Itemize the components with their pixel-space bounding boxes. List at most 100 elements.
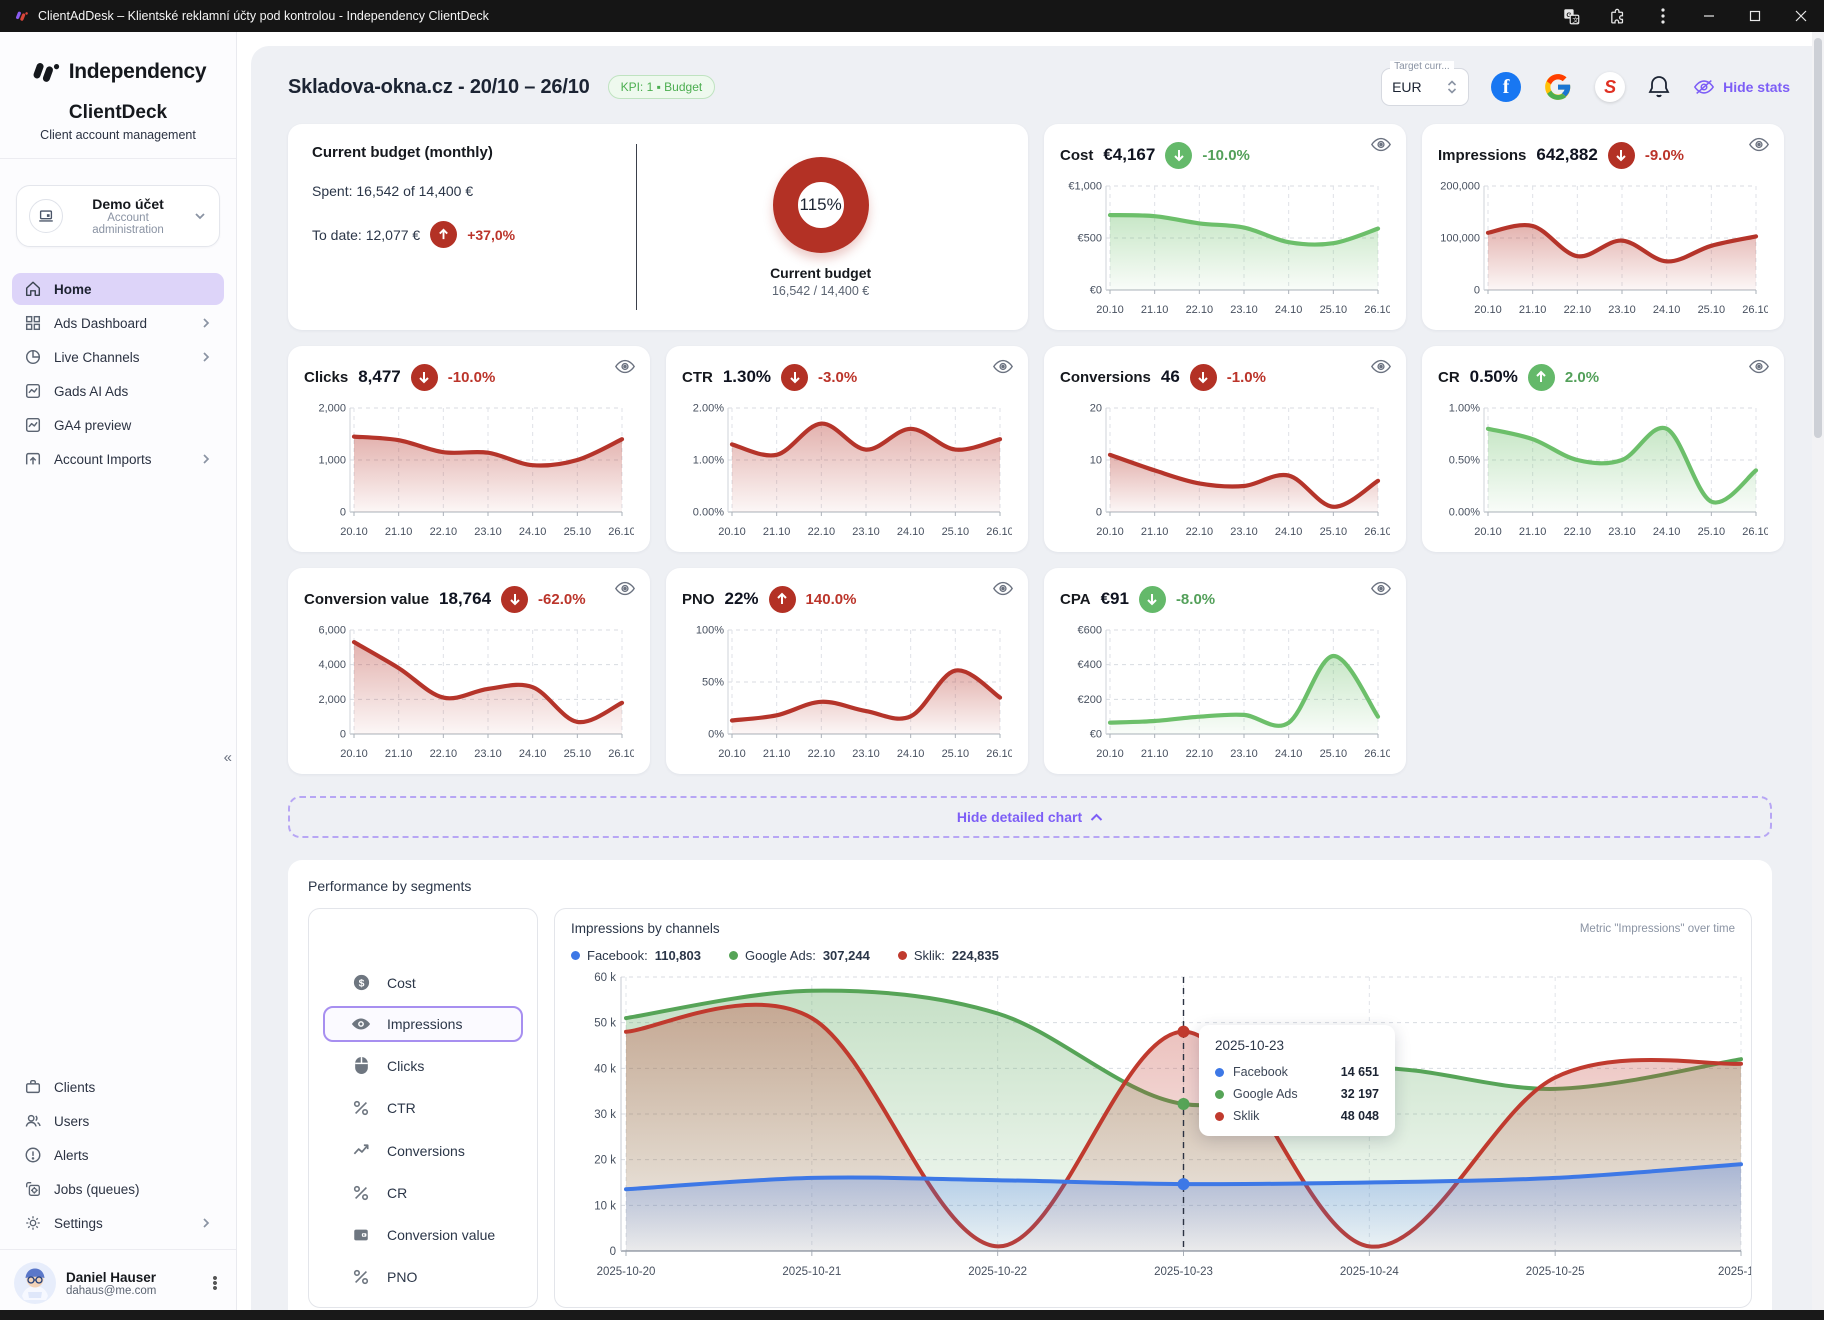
budget-title: Current budget (monthly) <box>312 144 616 161</box>
metric-item-cost[interactable]: $Cost <box>323 963 523 1002</box>
app-favicon <box>14 9 28 23</box>
channel-chart-card: Impressions by channels Metric "Impressi… <box>554 908 1752 1308</box>
stat-visibility-toggle-icon[interactable] <box>1370 136 1392 153</box>
legend-item-facebook[interactable]: Facebook:110,803 <box>571 948 701 963</box>
metric-item-conversions[interactable]: Conversions <box>323 1131 523 1170</box>
hide-detailed-chart-button[interactable]: Hide detailed chart <box>288 796 1772 838</box>
stat-visibility-toggle-icon[interactable] <box>614 358 636 375</box>
metric-label: CTR <box>387 1100 416 1116</box>
sidebar-item-users[interactable]: Users <box>12 1105 224 1137</box>
sidebar-item-ga4-preview[interactable]: GA4 preview <box>12 409 224 441</box>
sidebar-item-clients[interactable]: Clients <box>12 1071 224 1103</box>
svg-text:25.10: 25.10 <box>1320 748 1348 760</box>
stat-value: 1.30% <box>723 367 771 387</box>
svg-text:2.00%: 2.00% <box>693 403 724 415</box>
minimize-button[interactable] <box>1686 0 1732 32</box>
sidebar-item-home[interactable]: Home <box>12 273 224 305</box>
notifications-bell-icon[interactable] <box>1647 74 1671 100</box>
svg-text:2025-10-24: 2025-10-24 <box>1340 1266 1399 1278</box>
sidebar-item-alerts[interactable]: Alerts <box>12 1139 224 1171</box>
sidebar-item-jobs-queues[interactable]: Jobs (queues) <box>12 1173 224 1205</box>
stat-visibility-toggle-icon[interactable] <box>1370 358 1392 375</box>
sidebar-item-account-imports[interactable]: Account Imports <box>12 443 224 475</box>
sidebar-item-settings[interactable]: Settings <box>12 1207 224 1239</box>
sparkline-chart: 2,0001,000020.1021.1022.1023.1024.1025.1… <box>304 394 634 546</box>
sidebar-item-label: Alerts <box>54 1148 212 1163</box>
account-selector[interactable]: Demo účet Account administration <box>16 185 220 247</box>
legend-item-google-ads[interactable]: Google Ads:307,244 <box>729 948 870 963</box>
metric-item-conversion-value[interactable]: Conversion value <box>323 1216 523 1254</box>
svg-text:1.00%: 1.00% <box>1449 403 1480 415</box>
dollar-icon: $ <box>351 973 371 992</box>
stat-visibility-toggle-icon[interactable] <box>1748 136 1770 153</box>
svg-text:21.10: 21.10 <box>1141 526 1169 538</box>
sidebar-collapse-button[interactable]: « <box>224 749 232 766</box>
budget-spent: Spent: 16,542 of 14,400 € <box>312 183 473 199</box>
svg-text:21.10: 21.10 <box>763 748 791 760</box>
svg-text:0.00%: 0.00% <box>693 507 724 519</box>
svg-text:22.10: 22.10 <box>430 748 458 760</box>
stat-card-pno: PNO 22% 140.0% 100%50%0%20.1021.1022.102… <box>666 568 1028 774</box>
stat-visibility-toggle-icon[interactable] <box>1748 358 1770 375</box>
translate-icon[interactable]: G文 <box>1548 0 1594 32</box>
svg-text:22.10: 22.10 <box>430 526 458 538</box>
stat-visibility-toggle-icon[interactable] <box>992 580 1014 597</box>
svg-text:2025-10-20: 2025-10-20 <box>597 1266 656 1278</box>
svg-text:23.10: 23.10 <box>852 526 880 538</box>
target-currency-select[interactable]: Target curr... EUR <box>1381 68 1469 106</box>
svg-text:23.10: 23.10 <box>852 748 880 760</box>
sidebar-item-gads-ai-ads[interactable]: Gads AI Ads <box>12 375 224 407</box>
svg-text:23.10: 23.10 <box>1608 526 1636 538</box>
stat-delta: -1.0% <box>1227 369 1266 386</box>
channels-chart-svg: 60 k50 k40 k30 k20 k10 k02025-10-202025-… <box>571 969 1752 1287</box>
stat-title: Conversions <box>1060 369 1151 386</box>
sparkline-chart: €600€400€200€020.1021.1022.1023.1024.102… <box>1060 616 1390 768</box>
sklik-icon[interactable]: S <box>1595 72 1625 102</box>
metric-item-ctr[interactable]: CTR <box>323 1089 523 1127</box>
metric-item-impressions[interactable]: Impressions <box>323 1006 523 1042</box>
vertical-scrollbar[interactable] <box>1812 32 1824 1310</box>
window-title: ClientAdDesk – Klientské reklamní účty p… <box>38 9 489 23</box>
svg-text:0: 0 <box>610 1246 616 1258</box>
stat-title: PNO <box>682 591 715 608</box>
stat-title: Conversion value <box>304 591 429 608</box>
svg-text:2025-10-22: 2025-10-22 <box>968 1266 1027 1278</box>
stat-value: 22% <box>725 589 759 609</box>
stat-card-conversion-value: Conversion value 18,764 -62.0% 6,0004,00… <box>288 568 650 774</box>
browser-menu-icon[interactable] <box>1640 0 1686 32</box>
sidebar-item-ads-dashboard[interactable]: Ads Dashboard <box>12 307 224 339</box>
svg-text:1.00%: 1.00% <box>693 455 724 467</box>
metric-item-pno[interactable]: PNO <box>323 1258 523 1296</box>
sparkline-chart: 200,000100,000020.1021.1022.1023.1024.10… <box>1438 172 1768 324</box>
legend-item-sklik[interactable]: Sklik:224,835 <box>898 948 999 963</box>
sparkline-chart: 6,0004,0002,000020.1021.1022.1023.1024.1… <box>304 616 634 768</box>
budget-donut-title: Current budget <box>770 265 871 281</box>
stat-visibility-toggle-icon[interactable] <box>614 580 636 597</box>
user-email: dahaus@me.com <box>66 1285 198 1297</box>
scrollbar-thumb[interactable] <box>1814 38 1822 438</box>
metric-item-clicks[interactable]: Clicks <box>323 1046 523 1085</box>
stat-card-conversions: Conversions 46 -1.0% 2010020.1021.1022.1… <box>1044 346 1406 552</box>
svg-text:€0: €0 <box>1090 729 1102 741</box>
arrow-up-badge-icon <box>1528 364 1555 391</box>
frame-chart-icon <box>24 416 42 434</box>
user-menu-icon[interactable]: ••• <box>208 1276 222 1291</box>
tooltip-row-facebook: Facebook14 651 <box>1215 1065 1379 1079</box>
facebook-icon[interactable]: f <box>1491 72 1521 102</box>
close-button[interactable] <box>1778 0 1824 32</box>
stat-card-ctr: CTR 1.30% -3.0% 2.00%1.00%0.00%20.1021.1… <box>666 346 1028 552</box>
svg-text:25.10: 25.10 <box>942 748 970 760</box>
hide-stats-button[interactable]: Hide stats <box>1693 78 1790 96</box>
sparkline-chart: 2.00%1.00%0.00%20.1021.1022.1023.1024.10… <box>682 394 1012 546</box>
extensions-icon[interactable] <box>1594 0 1640 32</box>
stat-visibility-toggle-icon[interactable] <box>992 358 1014 375</box>
maximize-button[interactable] <box>1732 0 1778 32</box>
sidebar-item-live-channels[interactable]: Live Channels <box>12 341 224 373</box>
bottom-edge <box>0 1310 1824 1320</box>
svg-text:100%: 100% <box>696 625 724 637</box>
google-icon[interactable] <box>1543 72 1573 102</box>
product-name: ClientDeck <box>0 102 236 124</box>
metric-item-cr[interactable]: CR <box>323 1174 523 1212</box>
stat-visibility-toggle-icon[interactable] <box>1370 580 1392 597</box>
stat-value: 8,477 <box>358 367 401 387</box>
